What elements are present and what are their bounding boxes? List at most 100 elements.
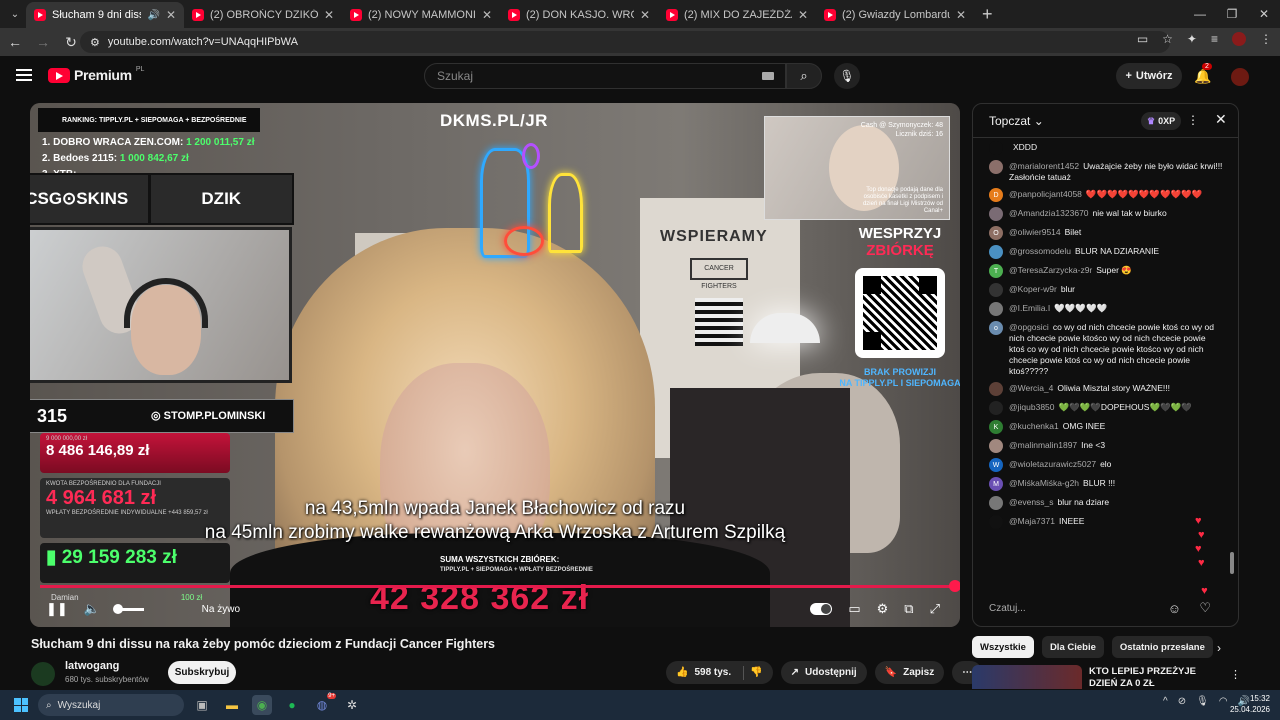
chat-user-avatar[interactable] bbox=[989, 207, 1003, 221]
forward-icon[interactable]: → bbox=[36, 34, 50, 50]
maximize-icon[interactable]: ❐ bbox=[1216, 0, 1248, 28]
live-indicator[interactable]: Na żywo bbox=[160, 604, 240, 615]
chat-user-avatar[interactable] bbox=[989, 283, 1003, 297]
video-progress-bar[interactable] bbox=[40, 580, 960, 592]
profile-avatar[interactable] bbox=[1232, 32, 1246, 46]
chat-author[interactable]: @oliwier9514 bbox=[1009, 227, 1061, 237]
tray-chevron-icon[interactable]: ^ bbox=[1163, 696, 1168, 707]
reload-icon[interactable]: ↻ bbox=[64, 34, 78, 51]
chat-user-avatar[interactable] bbox=[989, 401, 1003, 415]
chat-user-avatar[interactable]: D bbox=[989, 188, 1003, 202]
chat-close-icon[interactable]: ✕ bbox=[1215, 111, 1227, 128]
chat-user-avatar[interactable]: K bbox=[989, 420, 1003, 434]
speaker-icon[interactable]: 🔊 bbox=[147, 10, 159, 21]
microphone-icon[interactable]: 🎙 bbox=[1196, 696, 1209, 707]
chat-author[interactable]: @TeresaZarzycka-z9r bbox=[1009, 265, 1092, 275]
chat-message[interactable]: @Maja7371 INEEE bbox=[973, 513, 1231, 532]
search-input[interactable]: Szukaj bbox=[424, 63, 786, 89]
chat-message[interactable]: W @wioletazurawicz5027 elo bbox=[973, 456, 1231, 475]
fullscreen-icon[interactable]: ⤢ bbox=[930, 601, 940, 617]
chat-message[interactable]: D @panpolicjant4058 ❤️❤️❤️❤️❤️❤️❤️❤️❤️❤️❤️ bbox=[973, 186, 1231, 205]
chat-user-avatar[interactable]: M bbox=[989, 477, 1003, 491]
chat-message[interactable]: @I.Emilia.I 🤍🤍🤍🤍🤍 bbox=[973, 300, 1231, 319]
like-button[interactable]: 👍 598 tys. 👎 bbox=[666, 661, 773, 684]
browser-tab[interactable]: (2) NOWY MAMMONIK (v60.0) ✕ bbox=[342, 2, 500, 28]
chat-user-avatar[interactable] bbox=[989, 382, 1003, 396]
save-button[interactable]: 🔖 Zapisz bbox=[874, 661, 945, 684]
back-icon[interactable]: ← bbox=[8, 34, 22, 50]
volume-slider[interactable] bbox=[112, 603, 144, 614]
browser-tab[interactable]: (2) DON KASJO. WRÓCIŁ, BY NA ✕ bbox=[500, 2, 658, 28]
chat-user-avatar[interactable] bbox=[989, 496, 1003, 510]
chat-author[interactable]: @I.Emilia.I bbox=[1009, 303, 1050, 313]
heart-icon[interactable]: ♡ bbox=[1199, 600, 1211, 616]
chat-author[interactable]: @opgosici bbox=[1009, 322, 1049, 332]
chat-mode-dropdown[interactable]: Topczat ⌄ bbox=[989, 114, 1044, 128]
browser-tab[interactable]: (2) OBROŃCY DZIKÓW pod Ratu ✕ bbox=[184, 2, 342, 28]
wifi-icon[interactable]: ◠ bbox=[1219, 696, 1228, 707]
chat-author[interactable]: @grossomodelu bbox=[1009, 246, 1071, 256]
tab-close-icon[interactable]: ✕ bbox=[956, 8, 966, 22]
chat-user-avatar[interactable]: T bbox=[989, 264, 1003, 278]
chat-message[interactable]: T @TeresaZarzycka-z9r Super 😍 bbox=[973, 262, 1231, 281]
chat-author[interactable]: @malinmalin1897 bbox=[1009, 440, 1077, 450]
chat-user-avatar[interactable] bbox=[989, 160, 1003, 174]
keyboard-icon[interactable] bbox=[762, 72, 774, 80]
chat-message[interactable]: XDDD bbox=[973, 139, 1231, 158]
notifications-button[interactable]: 🔔 2 bbox=[1194, 63, 1212, 85]
menu-hamburger-icon[interactable] bbox=[16, 69, 32, 81]
chat-scrollbar[interactable] bbox=[1230, 144, 1234, 584]
network-off-icon[interactable]: ⊘ bbox=[1178, 696, 1186, 707]
tab-close-icon[interactable]: ✕ bbox=[166, 8, 176, 22]
new-tab-icon[interactable]: + bbox=[982, 4, 993, 25]
thumbs-down-icon[interactable]: 👎 bbox=[750, 667, 762, 678]
scroll-thumb[interactable] bbox=[1230, 552, 1234, 574]
window-close-icon[interactable]: ✕ bbox=[1248, 0, 1280, 28]
channel-name[interactable]: latwogang bbox=[65, 660, 119, 672]
browser-tab[interactable]: (2) MIX DO ZAJEŻDŻANIA NA K ✕ bbox=[658, 2, 816, 28]
chat-user-avatar[interactable]: W bbox=[989, 458, 1003, 472]
browser-tab-active[interactable]: Słucham 9 dni dissu na raka żeby 🔊 ✕ bbox=[26, 2, 184, 28]
chrome-icon[interactable]: ◉ bbox=[252, 695, 272, 715]
chat-user-avatar[interactable]: O bbox=[989, 226, 1003, 240]
reading-list-icon[interactable]: ≡ bbox=[1211, 32, 1218, 46]
chat-message[interactable]: @malinmalin1897 Ine <3 bbox=[973, 437, 1231, 456]
chat-user-avatar[interactable]: o bbox=[989, 321, 1003, 335]
chat-message[interactable]: @evenss_s blur na dziare bbox=[973, 494, 1231, 513]
chat-message[interactable]: @marialorent1452 Uważajcie żeby nie było … bbox=[973, 158, 1231, 186]
address-bar[interactable]: ⚙ youtube.com/watch?v=UNAqqHIPbWA bbox=[80, 31, 1170, 53]
tab-close-icon[interactable]: ✕ bbox=[324, 8, 334, 22]
spotify-icon[interactable]: ● bbox=[282, 695, 302, 715]
extensions-icon[interactable]: ✦ bbox=[1187, 32, 1197, 46]
chat-author[interactable]: @wioletazurawicz5027 bbox=[1009, 459, 1096, 469]
voice-search-button[interactable]: 🎙 bbox=[834, 63, 860, 89]
app-icon[interactable]: ✲ bbox=[342, 695, 362, 715]
subscribe-button[interactable]: Subskrybuj bbox=[168, 661, 236, 684]
chat-message[interactable]: M @MiśkaMiśka-g2h BLUR !!! bbox=[973, 475, 1231, 494]
discord-icon[interactable]: ◍ 9+ bbox=[312, 693, 336, 715]
volume-icon[interactable]: 🔈 bbox=[84, 601, 100, 617]
chevron-right-icon[interactable]: › bbox=[1217, 641, 1221, 655]
chat-menu-icon[interactable]: ⋮ bbox=[1187, 113, 1199, 127]
browser-menu-icon[interactable]: ⋮ bbox=[1260, 32, 1272, 46]
captions-icon[interactable]: ▭ bbox=[848, 601, 860, 617]
chat-message[interactable]: K @kuchenka1 OMG INEE bbox=[973, 418, 1231, 437]
tab-search-menu-icon[interactable]: ⌄ bbox=[4, 3, 26, 25]
tab-close-icon[interactable]: ✕ bbox=[482, 8, 492, 22]
chat-author[interactable]: @MiśkaMiśka-g2h bbox=[1009, 478, 1079, 488]
taskbar-clock[interactable]: 15:32 25.04.2026 bbox=[1230, 693, 1270, 715]
bookmark-star-icon[interactable]: ☆ bbox=[1162, 32, 1173, 46]
chat-author[interactable]: @Maja7371 bbox=[1009, 516, 1055, 526]
related-video-thumbnail[interactable] bbox=[972, 665, 1082, 689]
windows-start-icon[interactable] bbox=[14, 698, 28, 712]
emoji-icon[interactable]: ☺ bbox=[1168, 601, 1181, 616]
autoplay-toggle[interactable] bbox=[810, 603, 833, 615]
chat-user-avatar[interactable] bbox=[989, 515, 1003, 529]
chat-user-avatar[interactable] bbox=[989, 245, 1003, 259]
pause-icon[interactable]: ❚❚ bbox=[46, 601, 68, 617]
miniplayer-icon[interactable]: ⧉ bbox=[904, 601, 913, 617]
tab-close-icon[interactable]: ✕ bbox=[640, 8, 650, 22]
chat-message[interactable]: @Amandzia1323670 nie wal tak w biurko bbox=[973, 205, 1231, 224]
chat-author[interactable]: @Amandzia1323670 bbox=[1009, 208, 1089, 218]
task-view-icon[interactable]: ▣ bbox=[192, 695, 212, 715]
